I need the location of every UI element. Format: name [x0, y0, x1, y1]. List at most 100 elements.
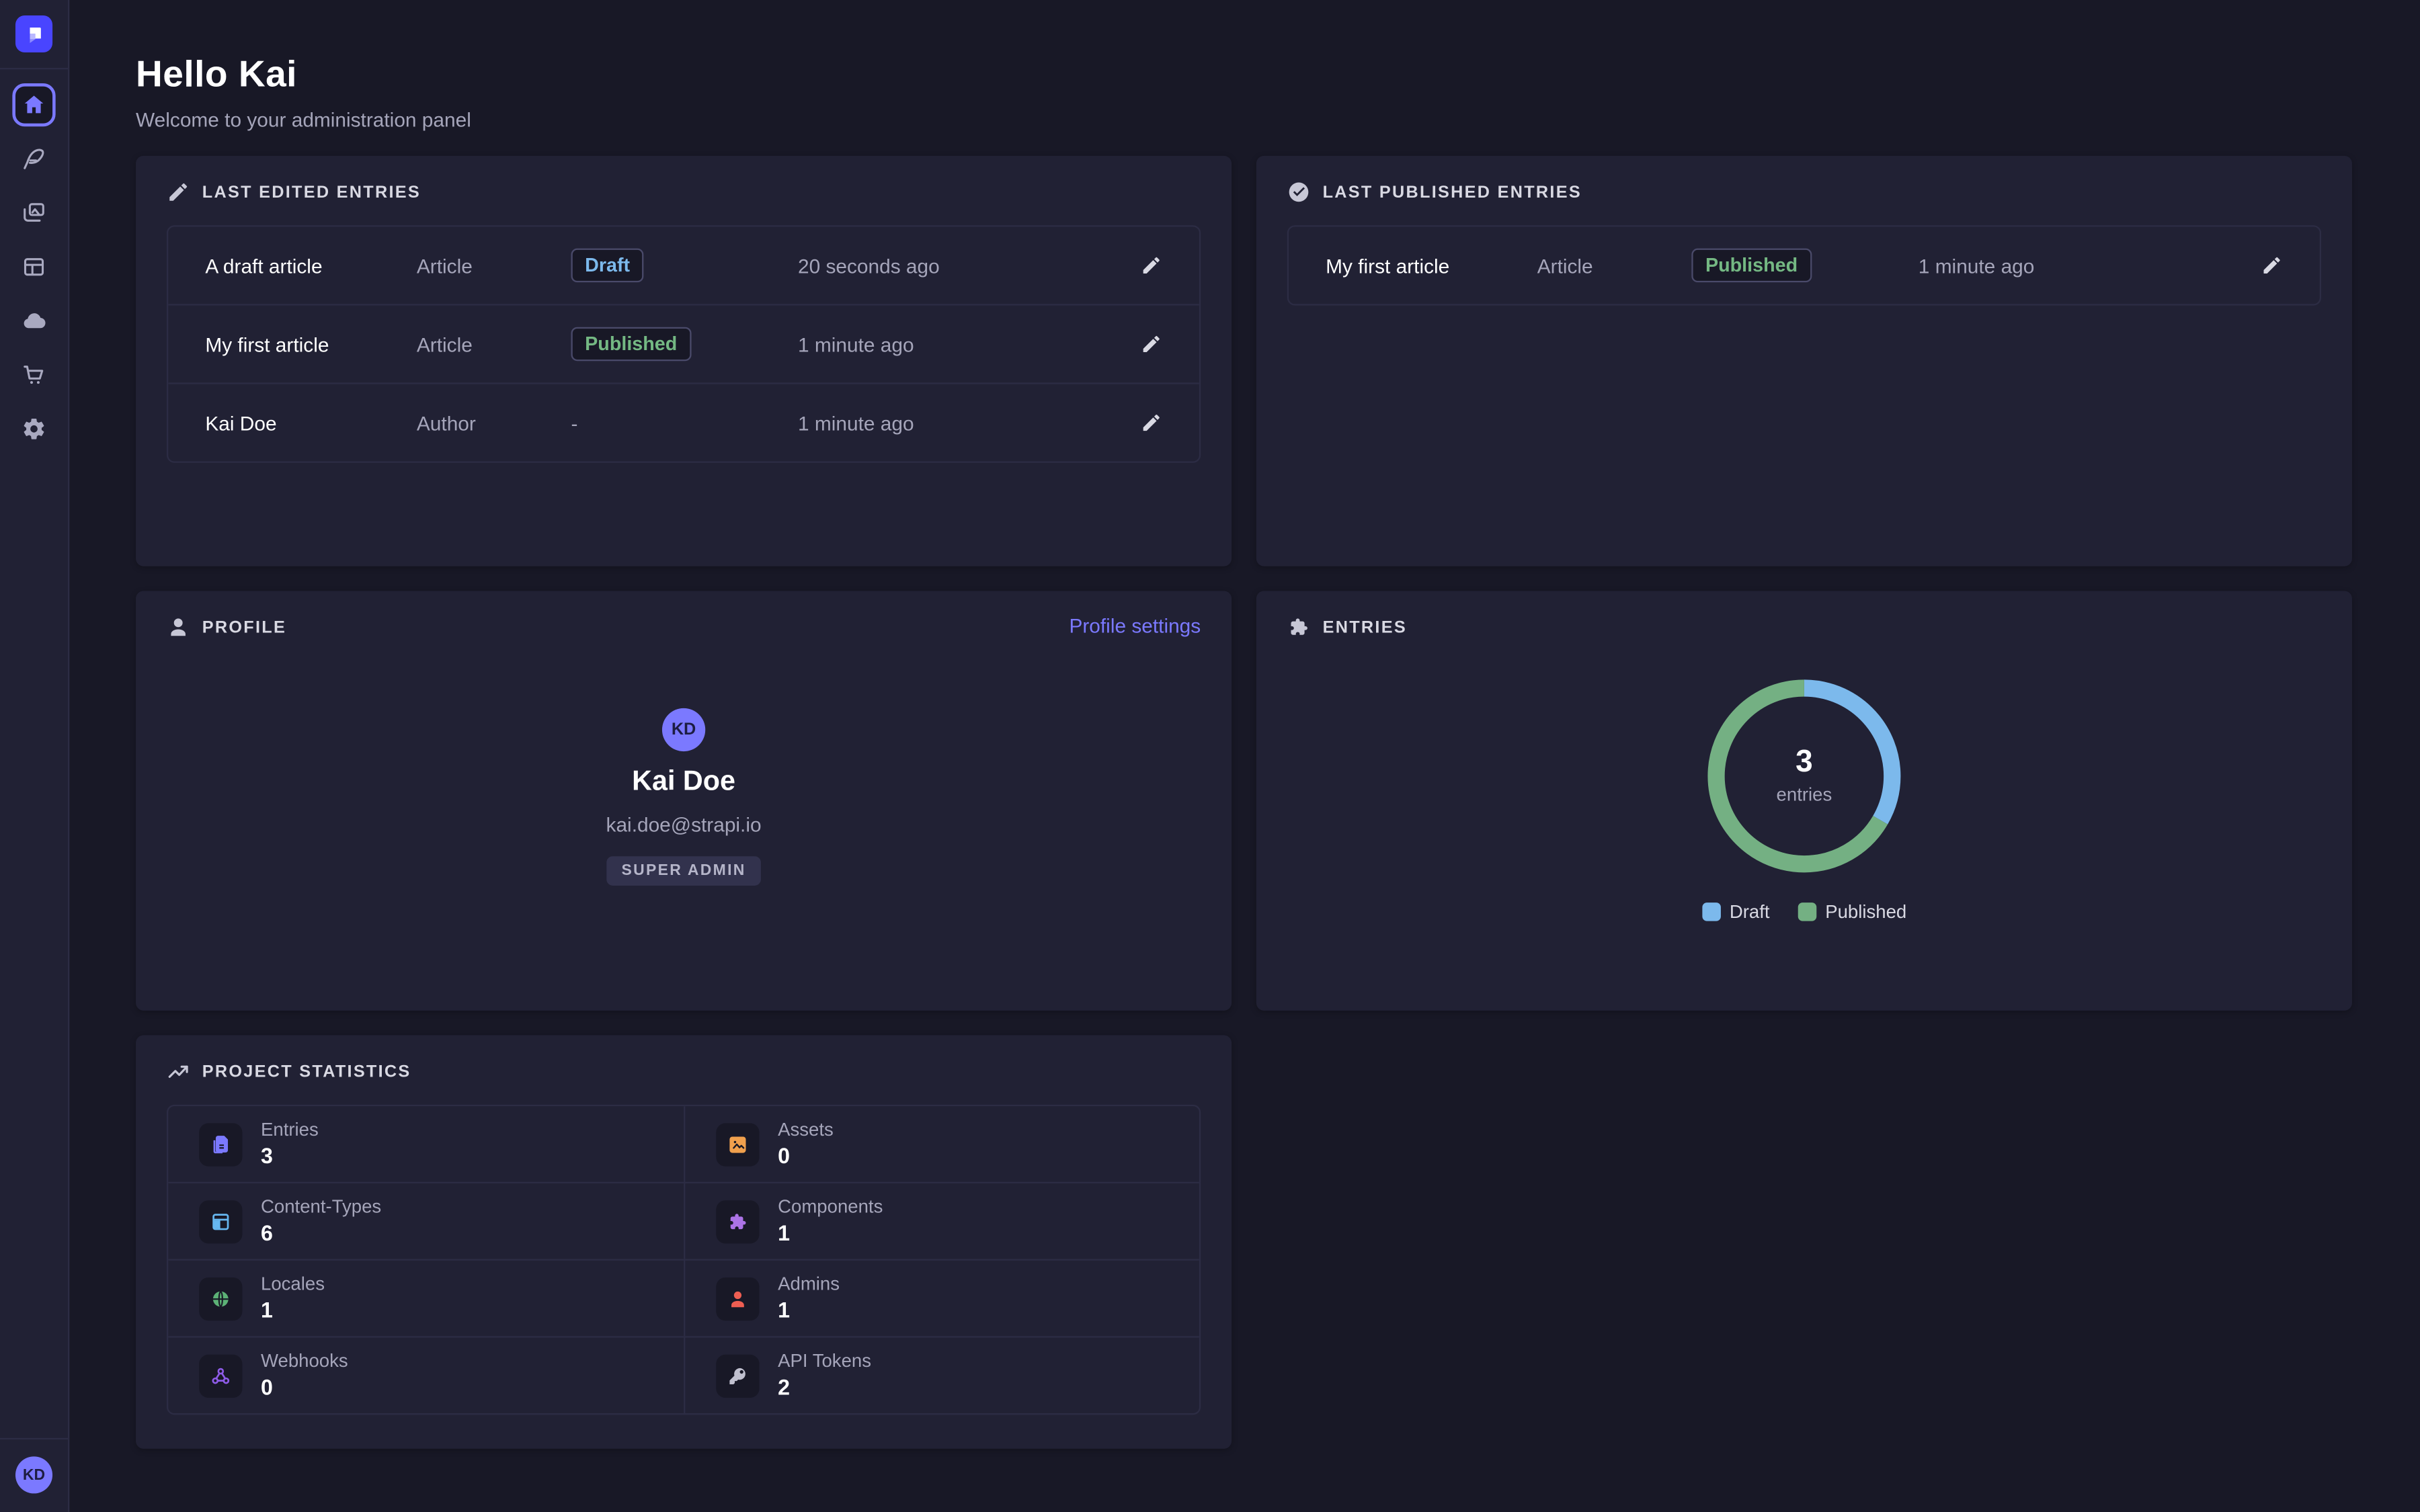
layout-icon [199, 1200, 242, 1243]
panel-title-label: LAST EDITED ENTRIES [202, 183, 421, 202]
widgets-row-2: PROFILE Profile settings KD Kai Doe kai.… [136, 591, 2352, 1010]
stat-label: Webhooks [261, 1351, 348, 1373]
stat-text: Webhooks 0 [261, 1351, 348, 1400]
sidebar-item-content-manager[interactable] [12, 137, 55, 180]
widgets-row-1: LAST EDITED ENTRIES A draft article Arti… [136, 156, 2352, 566]
edit-entry-button[interactable] [1141, 255, 1162, 276]
sidebar-divider-bottom [0, 1438, 68, 1439]
stat-components: Components 1 [684, 1182, 1199, 1259]
legend-swatch-draft [1702, 902, 1721, 921]
stat-value: 1 [261, 1297, 325, 1323]
table-row: My first article Article Published 1 min… [1289, 226, 2320, 304]
profile-title: PROFILE [167, 616, 1201, 638]
images-icon [22, 200, 46, 225]
entries-chart: 3 entries Draft Published [1287, 677, 2321, 923]
stat-label: Content-Types [261, 1196, 381, 1218]
sidebar-item-settings[interactable] [12, 407, 55, 450]
stat-content-types: Content-Types 6 [168, 1182, 684, 1259]
last-edited-table: A draft article Article Draft 20 seconds… [167, 225, 1201, 463]
stat-value: 1 [778, 1297, 840, 1323]
stat-text: Admins 1 [778, 1273, 840, 1323]
home-icon [22, 93, 46, 118]
profile-settings-link[interactable]: Profile settings [1069, 614, 1201, 637]
check-circle-icon [1287, 181, 1310, 204]
entry-name: Kai Doe [205, 411, 417, 434]
entry-name: My first article [205, 333, 417, 355]
entry-time: 1 minute ago [1919, 254, 2233, 277]
panel-title-label: ENTRIES [1323, 618, 1407, 637]
status-empty: - [571, 411, 797, 434]
stat-label: Components [778, 1196, 883, 1218]
profile-name: Kai Doe [632, 765, 735, 798]
globe-icon [199, 1277, 242, 1320]
stat-label: Locales [261, 1273, 325, 1296]
entries-total-label: entries [1777, 784, 1832, 805]
trend-up-icon [167, 1060, 190, 1083]
stat-text: Content-Types 6 [261, 1196, 381, 1246]
user-icon [167, 616, 190, 638]
key-icon [716, 1354, 759, 1397]
empty-grid-slot [1256, 1036, 2352, 1449]
edit-entry-button[interactable] [1141, 412, 1162, 433]
pencil-icon [1141, 333, 1162, 355]
stat-text: API Tokens 2 [778, 1351, 871, 1400]
last-published-entries-title: LAST PUBLISHED ENTRIES [1287, 181, 2321, 204]
feather-icon [22, 146, 46, 171]
stat-label: Entries [261, 1119, 319, 1141]
status-badge: Draft [571, 249, 643, 283]
gear-icon [22, 417, 46, 442]
sidebar-item-media-library[interactable] [12, 192, 55, 235]
panel-title-label: PROJECT STATISTICS [202, 1062, 411, 1081]
entry-time: 20 seconds ago [798, 254, 1113, 277]
sidebar-item-marketplace[interactable] [12, 353, 55, 396]
stat-value: 6 [261, 1220, 381, 1247]
stat-admins: Admins 1 [684, 1259, 1199, 1336]
legend-label: Published [1825, 901, 1906, 923]
widgets-row-3: PROJECT STATISTICS Entries [136, 1036, 2352, 1449]
puzzle-icon [1287, 616, 1310, 638]
profile-email: kai.doe@strapi.io [606, 813, 762, 836]
stat-text: Components 1 [778, 1196, 883, 1246]
strapi-logo-glyph [20, 20, 48, 48]
sidebar-nav [12, 83, 55, 450]
main-content: Hello Kai Welcome to your administration… [69, 0, 2420, 1512]
legend-item-draft: Draft [1702, 901, 1770, 923]
pencil-icon [1141, 255, 1162, 276]
sidebar-bottom: KD [0, 1438, 68, 1512]
sidebar-item-cloud[interactable] [12, 299, 55, 342]
donut-center: 3 entries [1705, 677, 1903, 875]
layout-icon [22, 255, 46, 280]
page-title: Hello Kai [136, 54, 2352, 97]
stat-text: Locales 1 [261, 1273, 325, 1323]
stat-api-tokens: API Tokens 2 [684, 1336, 1199, 1413]
status-badge: Published [1691, 249, 1811, 283]
entry-name: My first article [1326, 254, 1537, 277]
sidebar-item-content-type-builder[interactable] [12, 245, 55, 288]
pencil-icon [167, 181, 190, 204]
edit-entry-button[interactable] [2261, 255, 2282, 276]
user-avatar[interactable]: KD [15, 1456, 52, 1493]
entries-title: ENTRIES [1287, 616, 2321, 638]
stat-text: Assets 0 [778, 1119, 834, 1169]
stat-value: 0 [261, 1374, 348, 1400]
edit-entry-button[interactable] [1141, 333, 1162, 355]
documents-icon [199, 1122, 242, 1165]
project-statistics-title: PROJECT STATISTICS [167, 1060, 1201, 1083]
table-row: My first article Article Published 1 min… [168, 304, 1199, 382]
legend-swatch-published [1798, 902, 1816, 921]
person-icon [716, 1277, 759, 1320]
entry-time: 1 minute ago [798, 411, 1113, 434]
page-subtitle: Welcome to your administration panel [136, 108, 2352, 131]
stat-label: Assets [778, 1119, 834, 1141]
sidebar-divider-top [0, 68, 68, 69]
stat-webhooks: Webhooks 0 [168, 1336, 684, 1413]
legend-label: Draft [1730, 901, 1770, 923]
sidebar-item-home[interactable] [12, 83, 55, 126]
panel-title-label: PROFILE [202, 618, 286, 637]
webhook-icon [199, 1354, 242, 1397]
stat-locales: Locales 1 [168, 1259, 684, 1336]
entry-type: Article [417, 254, 571, 277]
entries-panel: ENTRIES 3 entries [1256, 591, 2352, 1010]
strapi-logo-icon[interactable] [15, 15, 52, 52]
entry-name: A draft article [205, 254, 417, 277]
